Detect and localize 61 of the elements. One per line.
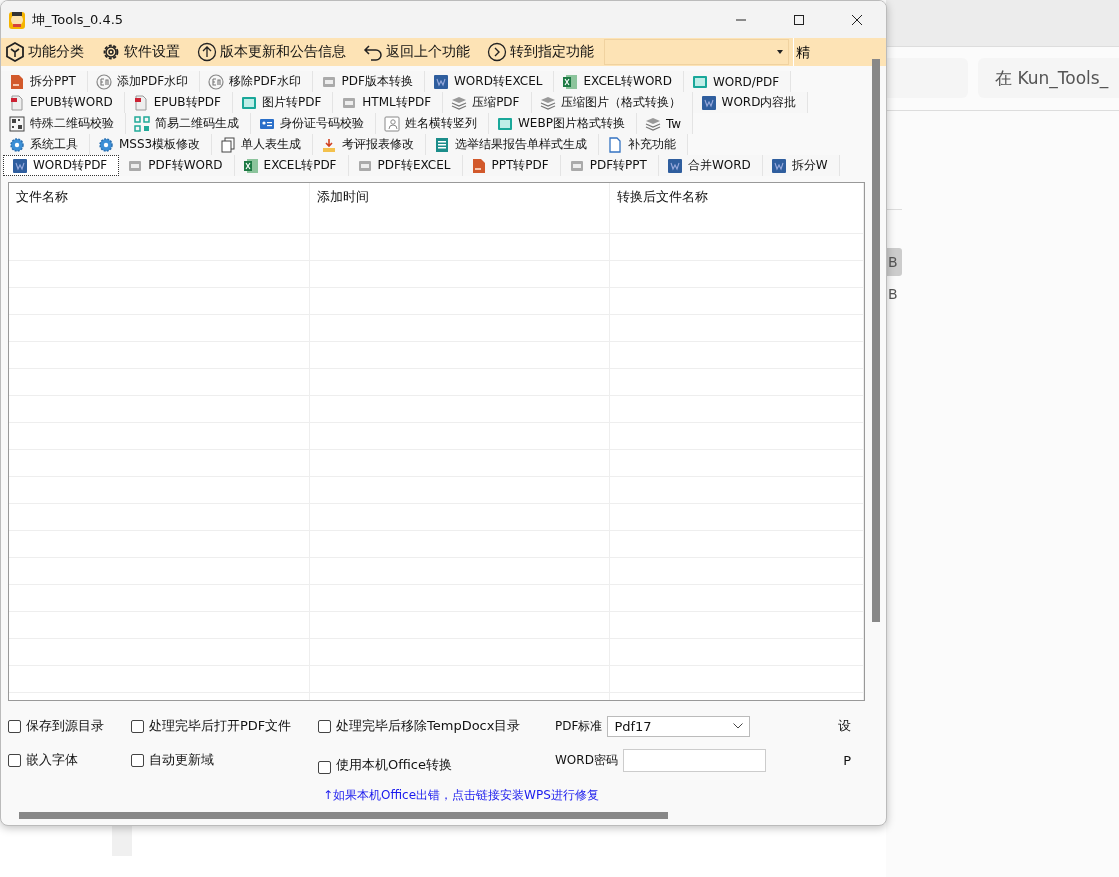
scrollbar[interactable]: [872, 59, 880, 622]
settings-icon: [98, 136, 114, 153]
checkbox-label: 嵌入字体: [26, 751, 78, 769]
column-header[interactable]: 添加时间: [310, 183, 610, 233]
settings-icon: [101, 42, 121, 62]
password-field[interactable]: [622, 748, 766, 772]
search-field[interactable]: 在 Kun_Tools_: [978, 58, 1119, 98]
id-card-icon: [384, 115, 400, 132]
checkbox[interactable]: [318, 761, 331, 774]
toolbar-button[interactable]: 转到指定功能: [510, 43, 594, 61]
tab[interactable]: EPUB转WORD: [1, 92, 125, 113]
window-title: 坤_Tools_0.4.5: [32, 10, 124, 29]
checkbox[interactable]: [131, 753, 144, 767]
tab[interactable]: 系统工具: [1, 134, 90, 155]
field-label: 设: [838, 717, 851, 735]
tab[interactable]: 拆分PPT: [1, 71, 88, 92]
image-icon: [497, 115, 513, 132]
checkbox-label: 自动更新域: [149, 751, 214, 769]
chevron-down-icon: [733, 723, 744, 729]
search-field[interactable]: [886, 58, 968, 98]
settings-icon: [9, 136, 25, 153]
toolbar-button[interactable]: 功能分类: [28, 43, 84, 61]
field-label: PDF标准: [555, 717, 603, 735]
checkbox[interactable]: [318, 719, 331, 733]
scrollbar[interactable]: [19, 812, 668, 819]
app-icon: [8, 9, 26, 30]
chevron-icon: [487, 42, 507, 62]
circle-icon: [95, 73, 112, 90]
maximize-icon[interactable]: [794, 14, 804, 25]
checkbox-label: 保存到源目录: [26, 717, 104, 735]
image-icon: [240, 94, 257, 111]
toolbar-button[interactable]: 版本更新和公告信息: [220, 43, 346, 61]
column-header[interactable]: 转换后文件名称: [610, 183, 864, 233]
tab[interactable]: WORD转PDF: [3, 155, 120, 176]
close-icon[interactable]: [852, 14, 862, 25]
stack-icon: [539, 94, 556, 111]
toolbar-button[interactable]: 精: [793, 38, 816, 66]
back-arrow-icon: [363, 42, 383, 62]
qr-code-icon: [134, 115, 150, 132]
toolbar-button[interactable]: 返回上个功能: [386, 43, 470, 61]
stack-icon: [451, 94, 468, 111]
qr-code-icon: [9, 115, 25, 132]
checkbox[interactable]: [8, 753, 21, 767]
field-label: WORD密码: [555, 751, 618, 769]
list-item[interactable]: B: [886, 280, 902, 308]
column-header[interactable]: 文件名称: [9, 183, 310, 233]
checkbox[interactable]: [131, 719, 144, 733]
field-label: P: [843, 752, 851, 768]
checkbox-label: 处理完毕后移除TempDocx目录: [336, 717, 521, 735]
toolbar-button[interactable]: 软件设置: [124, 43, 180, 61]
install-wps-link[interactable]: ↑如果本机Office出错，点击链接安装WPS进行修复: [323, 788, 599, 802]
circle-icon: [208, 73, 225, 90]
stack-icon: [644, 115, 661, 132]
dropdown-arrow-icon: [777, 50, 783, 54]
checkbox-label: 使用本机Office转换: [336, 756, 452, 774]
hexagon-icon: [5, 42, 25, 62]
pdf-standard-dropdown[interactable]: Pdf17: [607, 715, 751, 737]
image-icon: [691, 73, 708, 90]
checkbox[interactable]: [8, 719, 21, 733]
checkbox-label: 处理完毕后打开PDF文件: [149, 717, 292, 735]
tab[interactable]: 特殊二维码校验: [1, 113, 126, 134]
